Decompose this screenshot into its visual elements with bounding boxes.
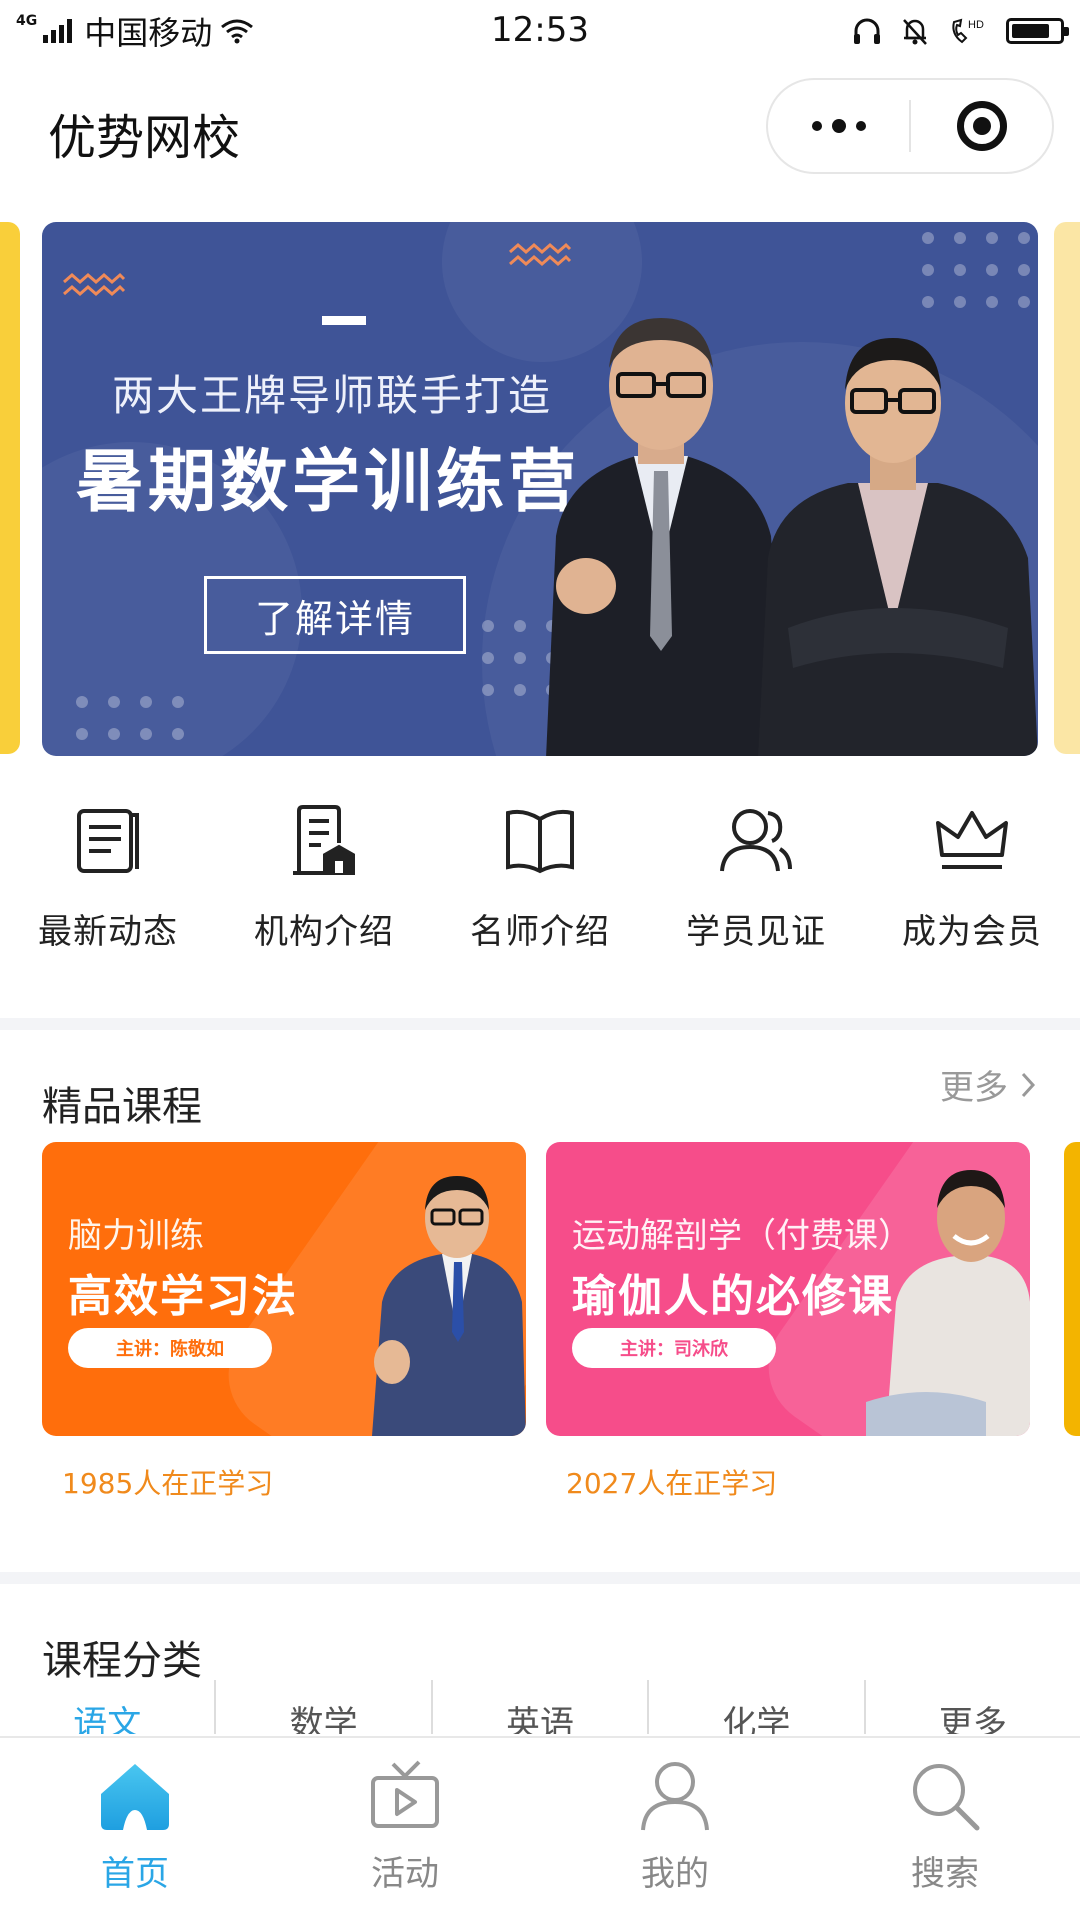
quick-nav-teachers[interactable]: 名师介绍 bbox=[432, 800, 648, 980]
course-learner-count: 1985人在正学习 bbox=[62, 1467, 274, 1500]
tab-label: 活动 bbox=[371, 1854, 439, 1894]
bottom-tab-bar: 首页 活动 我的 搜索 bbox=[0, 1736, 1080, 1920]
course-card[interactable]: 脑力训练 高效学习法 主讲：陈敬如 bbox=[42, 1142, 526, 1436]
category-tab-more[interactable]: 更多 bbox=[863, 1680, 1080, 1734]
zigzag-decoration bbox=[509, 242, 572, 266]
battery-fill bbox=[1012, 24, 1049, 38]
category-tab-chemistry[interactable]: 化学 bbox=[647, 1680, 863, 1734]
more-button[interactable] bbox=[768, 80, 909, 172]
quick-nav-label: 最新动态 bbox=[38, 912, 178, 952]
chevron-right-icon bbox=[1021, 1072, 1036, 1097]
book-icon bbox=[500, 800, 580, 880]
banner-prev-slide[interactable] bbox=[0, 222, 20, 754]
teacher-photo bbox=[758, 338, 1038, 756]
section-divider bbox=[0, 1572, 1080, 1584]
course-card-next[interactable] bbox=[1064, 1142, 1080, 1436]
category-tab-math[interactable]: 数学 bbox=[214, 1680, 430, 1734]
category-tab-english[interactable]: 英语 bbox=[430, 1680, 647, 1734]
battery-icon bbox=[1006, 18, 1069, 44]
search-icon bbox=[905, 1756, 985, 1836]
quick-nav-label: 成为会员 bbox=[902, 912, 1042, 952]
tab-label: 我的 bbox=[641, 1854, 709, 1894]
dot-grid-decoration bbox=[922, 232, 1030, 308]
quick-nav-label: 机构介绍 bbox=[254, 912, 394, 952]
banner-next-slide[interactable] bbox=[1054, 222, 1080, 754]
users-icon bbox=[716, 800, 796, 880]
banner-learn-more-button[interactable]: 了解详情 bbox=[204, 576, 466, 654]
tab-mine[interactable]: 我的 bbox=[540, 1738, 810, 1920]
building-icon bbox=[284, 800, 364, 880]
more-dots-icon bbox=[811, 119, 866, 133]
tab-search[interactable]: 搜索 bbox=[810, 1738, 1080, 1920]
mini-program-capsule bbox=[766, 78, 1054, 174]
course-subtitle: 运动解剖学（付费课） bbox=[572, 1216, 912, 1256]
status-time: 12:53 bbox=[491, 10, 589, 50]
quick-nav-testimonials[interactable]: 学员见证 bbox=[648, 800, 864, 980]
page-title: 优势网校 bbox=[48, 110, 241, 166]
featured-more-link[interactable]: 更多 bbox=[940, 1060, 1036, 1109]
section-divider bbox=[0, 1018, 1080, 1030]
dot-grid-decoration bbox=[76, 696, 184, 740]
course-lecturer: 主讲：陈敬如 bbox=[68, 1328, 272, 1368]
user-icon bbox=[635, 1756, 715, 1836]
lecturer-photo bbox=[866, 1170, 1030, 1436]
course-lecturer: 主讲：司沐欣 bbox=[572, 1328, 776, 1368]
quick-nav-institution[interactable]: 机构介绍 bbox=[216, 800, 432, 980]
banner-dash-decoration bbox=[322, 316, 366, 325]
category-tabs: 语文 数学 英语 化学 更多 bbox=[0, 1680, 1080, 1734]
tab-label: 首页 bbox=[101, 1854, 169, 1894]
more-link-label: 更多 bbox=[940, 1068, 1008, 1108]
course-learner-count: 2027人在正学习 bbox=[566, 1467, 778, 1500]
title-bar: 优势网校 bbox=[0, 62, 1080, 192]
quick-nav-membership[interactable]: 成为会员 bbox=[864, 800, 1080, 980]
target-close-icon bbox=[956, 101, 1007, 151]
banner-headline: 暑期数学训练营 bbox=[76, 443, 581, 522]
crown-icon bbox=[932, 800, 1012, 880]
tab-activity[interactable]: 活动 bbox=[270, 1738, 540, 1920]
banner[interactable]: 两大王牌导师联手打造 暑期数学训练营 了解详情 bbox=[42, 222, 1038, 756]
course-subtitle: 脑力训练 bbox=[68, 1216, 204, 1256]
category-tab-chinese[interactable]: 语文 bbox=[0, 1680, 214, 1734]
tab-label: 搜索 bbox=[911, 1854, 979, 1894]
course-title: 瑜伽人的必修课 bbox=[572, 1271, 894, 1322]
quick-nav-label: 学员见证 bbox=[686, 912, 826, 952]
quick-nav-news[interactable]: 最新动态 bbox=[0, 800, 216, 980]
lecturer-photo bbox=[372, 1176, 526, 1436]
tab-home[interactable]: 首页 bbox=[0, 1738, 270, 1920]
close-button[interactable] bbox=[911, 80, 1052, 172]
categories-section-title: 课程分类 bbox=[42, 1638, 202, 1684]
quick-nav-label: 名师介绍 bbox=[470, 912, 610, 952]
zigzag-decoration bbox=[63, 272, 126, 296]
course-title: 高效学习法 bbox=[68, 1271, 298, 1322]
quick-nav: 最新动态 机构介绍 名师介绍 学员见证 成为会员 bbox=[0, 800, 1080, 980]
news-icon bbox=[68, 800, 148, 880]
banner-subtitle: 两大王牌导师联手打造 bbox=[112, 371, 553, 420]
course-card[interactable]: 运动解剖学（付费课） 瑜伽人的必修课 主讲：司沐欣 bbox=[546, 1142, 1030, 1436]
featured-section-title: 精品课程 bbox=[42, 1084, 202, 1130]
home-icon bbox=[95, 1756, 175, 1836]
tv-icon bbox=[365, 1756, 445, 1836]
status-bar: 4G 中国移动 12:53 HD bbox=[0, 0, 1080, 62]
